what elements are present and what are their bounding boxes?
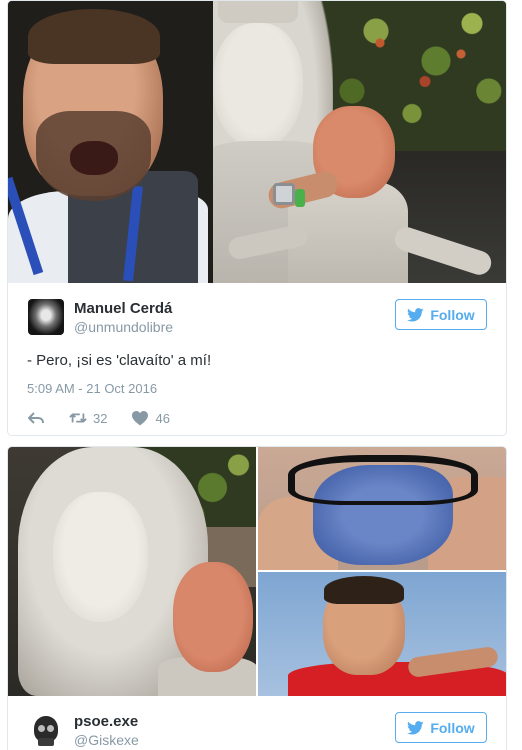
tweet-timestamp[interactable]: 5:09 AM - 21 Oct 2016 bbox=[27, 381, 487, 397]
tweet-text: - Pero, ¡si es 'clavaíto' a mí! bbox=[27, 352, 212, 369]
retweet-count: 32 bbox=[93, 410, 108, 426]
statue-madonna-face bbox=[53, 492, 148, 622]
twitter-bird-icon bbox=[407, 720, 424, 735]
author-names: psoe.exe @Giskexe bbox=[74, 712, 139, 749]
media-photo-glasses[interactable] bbox=[258, 447, 506, 570]
like-count: 46 bbox=[155, 410, 170, 426]
statue-crown bbox=[218, 1, 298, 23]
author-row: Manuel Cerdá @unmundolibre Follow bbox=[27, 283, 487, 339]
author-row: psoe.exe @Giskexe Follow bbox=[27, 696, 487, 750]
like-button[interactable]: 46 bbox=[131, 410, 170, 426]
media-photo-man[interactable] bbox=[258, 572, 506, 696]
avatar[interactable] bbox=[28, 712, 64, 748]
man-mouth bbox=[70, 141, 118, 175]
tweet-card: psoe.exe @Giskexe Follow bbox=[7, 446, 507, 750]
follow-button[interactable]: Follow bbox=[395, 299, 487, 330]
skull-jaw bbox=[38, 738, 54, 746]
statue-child-head bbox=[173, 562, 253, 672]
user-handle[interactable]: @unmundolibre bbox=[74, 318, 173, 336]
retweet-button[interactable]: 32 bbox=[69, 410, 107, 426]
avatar[interactable] bbox=[28, 299, 64, 335]
follow-label: Follow bbox=[430, 719, 475, 736]
reply-button[interactable] bbox=[27, 410, 45, 426]
tweet-media-grid bbox=[8, 447, 506, 696]
retweet-icon bbox=[69, 413, 87, 423]
display-name[interactable]: psoe.exe bbox=[74, 712, 139, 731]
user-handle[interactable]: @Giskexe bbox=[74, 731, 139, 749]
reply-icon bbox=[28, 412, 44, 424]
eyeglasses bbox=[288, 455, 478, 505]
follow-label: Follow bbox=[430, 306, 475, 323]
tweet-card: Manuel Cerdá @unmundolibre Follow - Pero… bbox=[7, 0, 507, 436]
media-photo-statue[interactable] bbox=[8, 447, 256, 696]
man-hair bbox=[28, 9, 160, 64]
man-hair bbox=[324, 576, 404, 604]
heart-icon bbox=[132, 411, 149, 426]
display-name[interactable]: Manuel Cerdá bbox=[74, 299, 173, 318]
twitter-bird-icon bbox=[407, 307, 424, 322]
tweet-body: Manuel Cerdá @unmundolibre Follow - Pero… bbox=[8, 283, 506, 427]
tweet-body: psoe.exe @Giskexe Follow bbox=[8, 696, 506, 750]
statue-madonna-face bbox=[213, 23, 303, 148]
wristband bbox=[295, 189, 305, 207]
tweet-photo[interactable] bbox=[8, 1, 506, 283]
wristwatch bbox=[273, 183, 295, 205]
tweet-actions: 32 46 bbox=[27, 409, 487, 427]
follow-button[interactable]: Follow bbox=[395, 712, 487, 743]
author-names: Manuel Cerdá @unmundolibre bbox=[74, 299, 173, 336]
